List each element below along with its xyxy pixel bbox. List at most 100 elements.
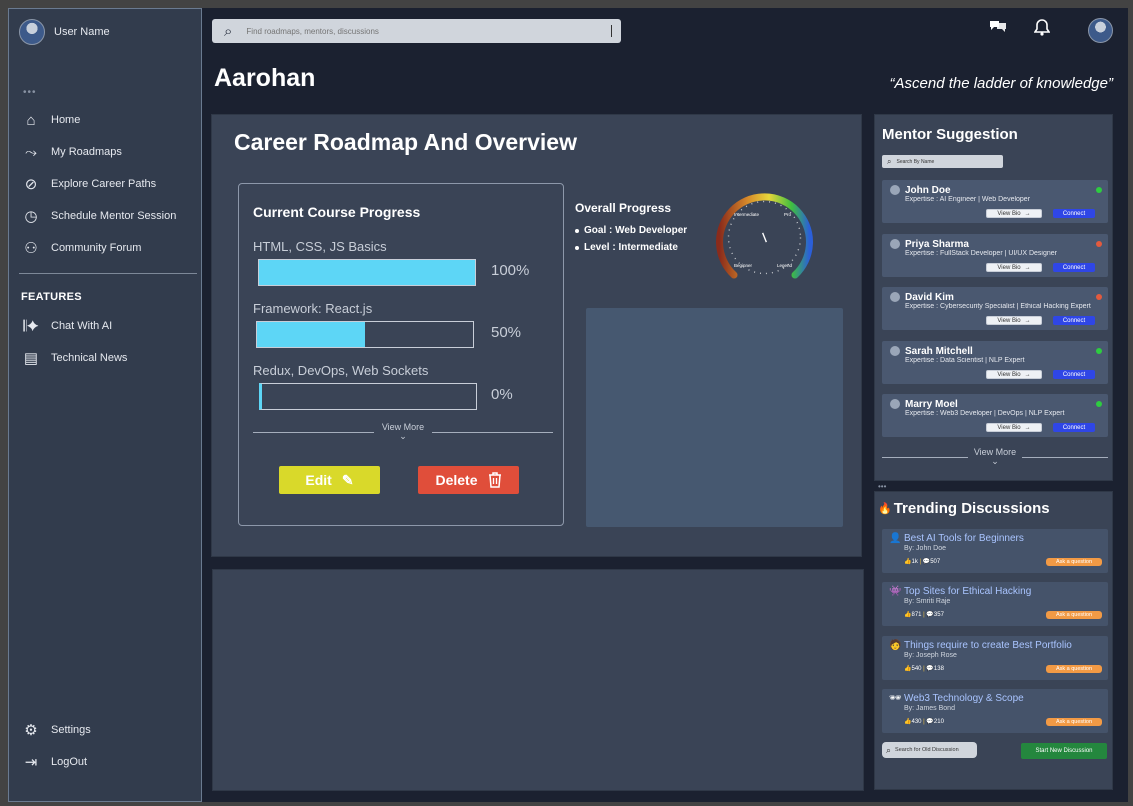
- notification-bell-icon[interactable]: [1032, 18, 1052, 36]
- mentor-name: Marry Moel: [905, 399, 958, 410]
- discussion-card[interactable]: 🧑 Things require to create Best Portfoli…: [882, 636, 1108, 680]
- connect-button[interactable]: Connect: [1053, 263, 1095, 272]
- connect-button[interactable]: Connect: [1053, 370, 1095, 379]
- arrow-right-icon: →: [1024, 317, 1031, 324]
- trending-title-text: Trending Discussions: [893, 500, 1050, 517]
- mentor-card[interactable]: Marry Moel Expertise : Web3 Developer | …: [882, 394, 1108, 437]
- sidebar-item-home[interactable]: ⌂ Home: [21, 105, 196, 135]
- discussion-author: By: Joseph Rose: [904, 652, 957, 659]
- connect-button[interactable]: Connect: [1053, 316, 1095, 325]
- discussion-card[interactable]: 🕶 Web3 Technology & Scope By: James Bond…: [882, 689, 1108, 733]
- more-dots-icon[interactable]: •••: [23, 87, 37, 98]
- discussion-stats: 👍430 | 💬210: [904, 719, 944, 725]
- like-count: 540: [911, 666, 922, 672]
- ask-question-button[interactable]: Ask a question: [1046, 611, 1102, 619]
- arrow-right-icon: →: [1024, 371, 1031, 378]
- sidebar-item-chat-with-ai[interactable]: 𝄃✦ Chat With AI: [21, 311, 196, 341]
- avatar[interactable]: [19, 19, 45, 45]
- ask-question-button[interactable]: Ask a question: [1046, 558, 1102, 566]
- sidebar-item-technical-news[interactable]: ▤ Technical News: [21, 343, 196, 373]
- connect-button[interactable]: Connect: [1053, 209, 1095, 218]
- comment-count: 357: [933, 612, 944, 618]
- discussion-title[interactable]: Web3 Technology & Scope: [904, 693, 1024, 704]
- more-dots-icon[interactable]: •••: [878, 482, 886, 491]
- discussion-author: By: James Bond: [904, 705, 955, 712]
- ask-question-button[interactable]: Ask a question: [1046, 665, 1102, 673]
- view-bio-button[interactable]: View Bio →: [986, 316, 1042, 325]
- course-progress-bar: [256, 321, 474, 348]
- sidebar-item-explore-career-paths[interactable]: ⊘ Explore Career Paths: [21, 169, 196, 199]
- sidebar-item-logout[interactable]: ⇥ LogOut: [21, 747, 196, 777]
- messages-icon[interactable]: [988, 18, 1008, 34]
- header-avatar[interactable]: [1088, 18, 1113, 43]
- online-status-indicator: [1096, 241, 1102, 247]
- mentor-card[interactable]: David Kim Expertise : Cybersecurity Spec…: [882, 287, 1108, 330]
- lower-content-panel: [212, 569, 864, 791]
- edit-button[interactable]: Edit ✎: [279, 466, 380, 494]
- roadmap-icon: ⤳: [24, 143, 37, 161]
- discussion-card[interactable]: 👾 Top Sites for Ethical Hacking By: Smri…: [882, 582, 1108, 626]
- connect-button[interactable]: Connect: [1053, 423, 1095, 432]
- overall-progress-title: Overall Progress: [575, 201, 672, 215]
- sidebar-item-my-roadmaps[interactable]: ⤳ My Roadmaps: [21, 137, 196, 167]
- sidebar-item-schedule-mentor-session[interactable]: ◷ Schedule Mentor Session: [21, 201, 196, 231]
- gauge-label: Pro: [784, 212, 792, 217]
- view-more-courses[interactable]: View More ⌄: [253, 423, 554, 441]
- discussion-author: By: John Doe: [904, 545, 947, 552]
- arrow-right-icon: →: [1024, 210, 1031, 217]
- discussion-card[interactable]: 👤 Best AI Tools for Beginners By: John D…: [882, 529, 1108, 573]
- delete-button[interactable]: Delete: [418, 466, 519, 494]
- sidebar-item-label: Settings: [51, 724, 91, 736]
- search-icon: ⌕: [887, 156, 892, 166]
- search-input[interactable]: [246, 26, 587, 36]
- view-bio-button[interactable]: View Bio →: [986, 370, 1042, 379]
- start-new-discussion-button[interactable]: Start New Discussion: [1021, 743, 1107, 759]
- sidebar-item-label: Technical News: [51, 352, 128, 364]
- course-item[interactable]: Redux, DevOps, Web Sockets 0%: [253, 363, 553, 410]
- comment-count: 507: [930, 559, 941, 565]
- like-count: 871: [911, 612, 922, 618]
- community-icon: ⚇: [24, 240, 38, 257]
- mentor-card[interactable]: Sarah Mitchell Expertise : Data Scientis…: [882, 341, 1108, 384]
- mentor-expertise: Expertise : AI Engineer | Web Developer: [905, 196, 1031, 203]
- bottom-nav: ⚙ Settings ⇥ LogOut: [21, 715, 196, 779]
- view-bio-button[interactable]: View Bio →: [986, 263, 1042, 272]
- discussion-stats: 👍871 | 💬357: [904, 612, 944, 618]
- view-bio-button[interactable]: View Bio →: [986, 209, 1042, 218]
- sidebar-item-community-forum[interactable]: ⚇ Community Forum: [21, 233, 196, 263]
- sidebar-item-label: Community Forum: [51, 242, 142, 254]
- course-progress-percent: 50%: [491, 324, 522, 341]
- view-more-mentors[interactable]: View More ⌄: [882, 448, 1109, 466]
- mentor-card[interactable]: John Doe Expertise : AI Engineer | Web D…: [882, 180, 1108, 223]
- chevron-down-icon: ⌄: [399, 431, 407, 441]
- discussion-stats: 👍540 | 💬138: [904, 666, 944, 672]
- comment-count: 138: [933, 666, 944, 672]
- like-count: 1k: [911, 559, 918, 565]
- author-avatar-icon: 👾: [889, 586, 902, 597]
- comment-count: 210: [933, 719, 944, 725]
- view-bio-button[interactable]: View Bio →: [986, 423, 1042, 432]
- global-search-bar[interactable]: ⌕: [212, 19, 621, 43]
- mentor-card[interactable]: Priya Sharma Expertise : FullStack Devel…: [882, 234, 1108, 277]
- user-profile[interactable]: User Name: [19, 19, 110, 45]
- course-progress-fill: [257, 322, 365, 347]
- progress-gauge: Intermediate Pro Beginner Legend: [716, 193, 813, 279]
- ask-question-button[interactable]: Ask a question: [1046, 718, 1102, 726]
- online-status-indicator: [1096, 401, 1102, 407]
- mentor-search-field[interactable]: ⌕ Search By Name: [882, 155, 1003, 168]
- logout-icon: ⇥: [24, 754, 38, 771]
- comment-icon: 💬: [926, 666, 934, 672]
- author-avatar-icon: 🧑: [889, 640, 902, 651]
- overall-progress: Overall Progress Goal : Web Developer Le…: [575, 201, 687, 259]
- discussion-title[interactable]: Best AI Tools for Beginners: [904, 533, 1024, 544]
- overview-content-card: [586, 308, 843, 527]
- discussion-search-field[interactable]: ⌕ Search for Old Discussion: [882, 742, 977, 758]
- online-status-indicator: [1096, 187, 1102, 193]
- course-item[interactable]: HTML, CSS, JS Basics 100%: [253, 239, 553, 286]
- mentor-avatar: [890, 346, 900, 356]
- discussion-title[interactable]: Things require to create Best Portfolio: [904, 640, 1072, 651]
- discussion-title[interactable]: Top Sites for Ethical Hacking: [904, 586, 1031, 597]
- view-bio-label: View Bio: [997, 264, 1021, 271]
- sidebar-item-settings[interactable]: ⚙ Settings: [21, 715, 196, 745]
- course-item[interactable]: Framework: React.js 50%: [253, 301, 553, 348]
